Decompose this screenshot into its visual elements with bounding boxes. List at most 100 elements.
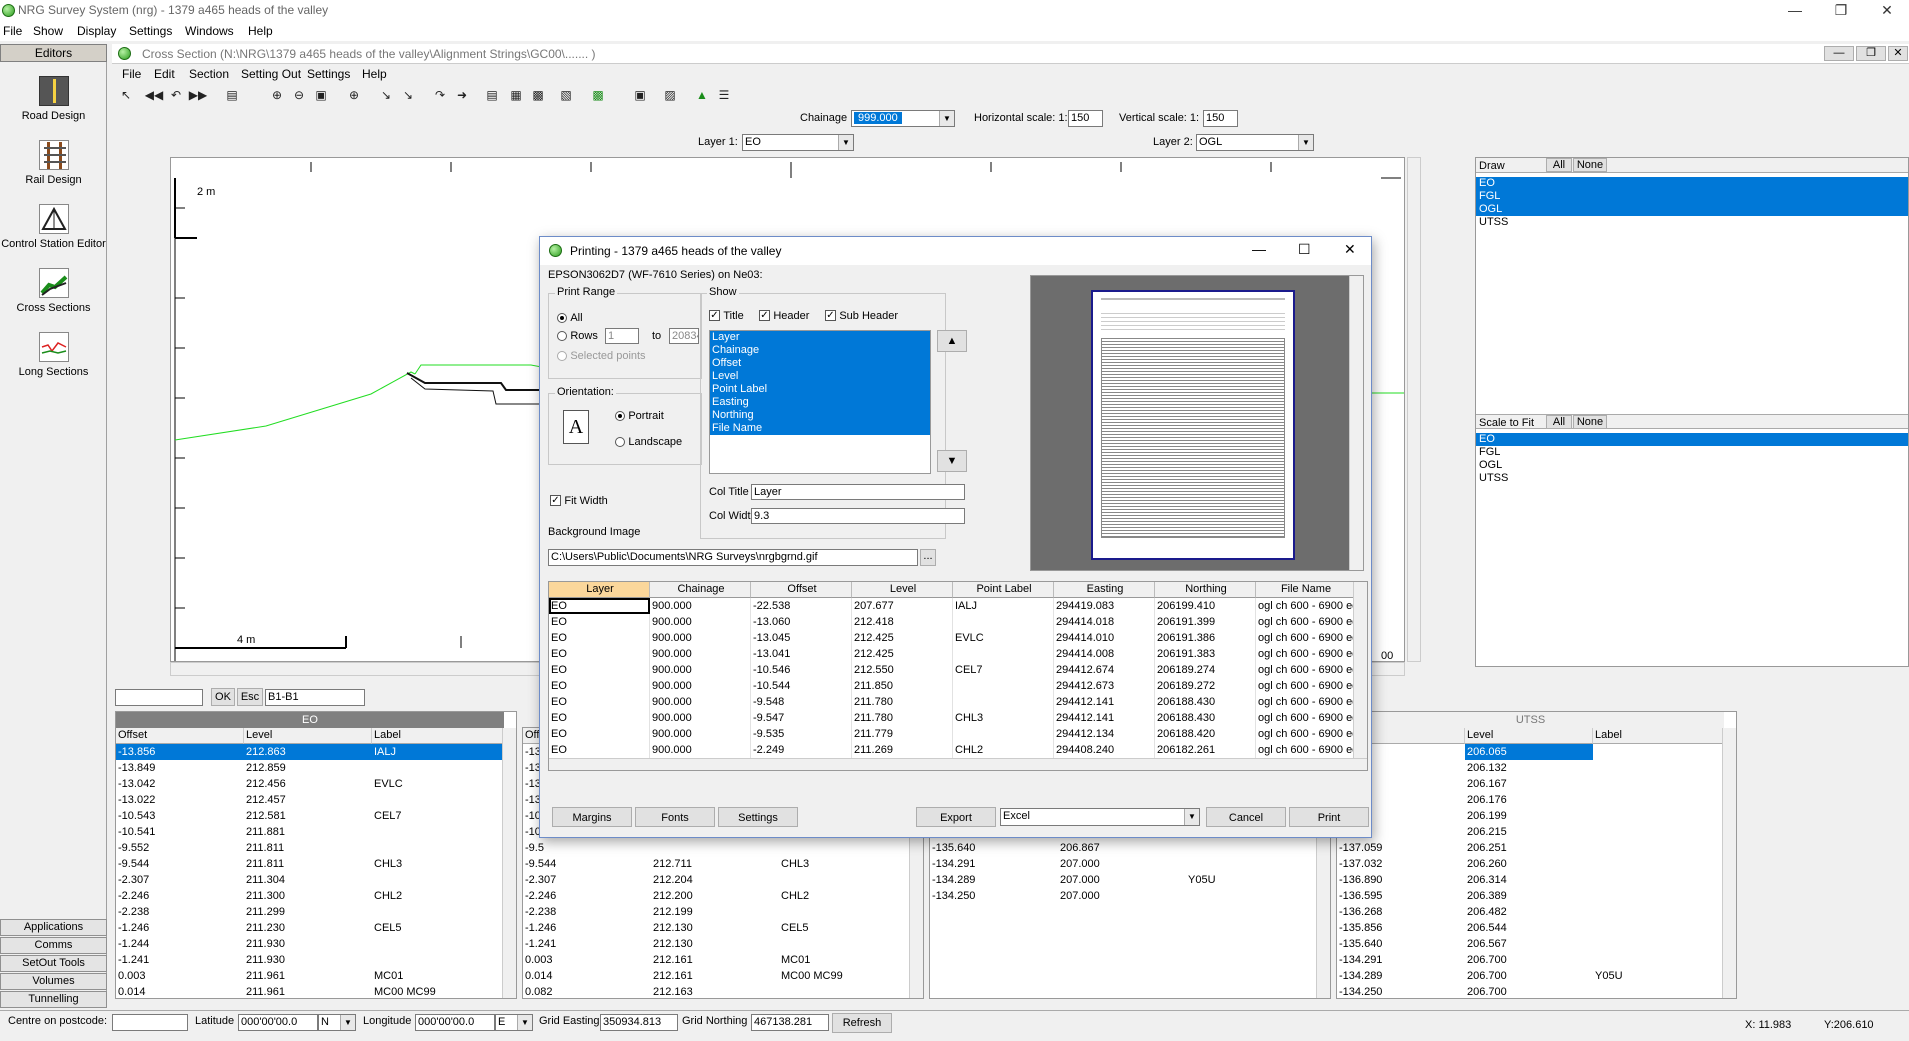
table-row[interactable]: -134.289 207.000 Y05U [930,872,1318,888]
table-row[interactable]: 5206.176 [1337,792,1724,808]
table-row[interactable]: -13.856 212.863 IALJ [116,744,504,760]
close-icon[interactable]: ✕ [1864,0,1909,21]
landscape-option[interactable]: Landscape [615,434,682,448]
column-item[interactable]: Layer [710,331,930,344]
table-row[interactable]: EO 900.000 -13.060 212.418 294414.018 206191.… [549,614,1355,630]
column-header[interactable]: Offset [116,728,244,744]
latitude-direction[interactable]: N ▼ [318,1014,356,1031]
rows-from-input[interactable]: 1 [605,328,639,344]
column-item[interactable]: Level [710,370,930,383]
zoom-extents-icon[interactable]: ▣ [311,86,331,104]
sidebar-item-road-design[interactable]: Road Design [0,76,107,122]
range-rows-option[interactable]: Rows [557,328,598,342]
table-row[interactable]: 8206.065 [1337,744,1724,760]
scale-none-button[interactable]: None [1573,415,1607,429]
scale-list-item[interactable]: UTSS [1476,472,1908,485]
export-button[interactable]: Export [916,807,996,827]
tunnelling-button[interactable]: Tunnelling [0,991,107,1008]
chevron-down-icon[interactable]: ▼ [340,1015,355,1030]
horizontal-scale-input[interactable]: 150 [1068,110,1103,127]
dialog-close-icon[interactable]: ✕ [1344,241,1356,258]
table-row[interactable]: -1.246 212.130 CEL5 [523,920,911,936]
col-width-input[interactable]: 9.3 [751,508,965,524]
save-icon[interactable]: ▧ [556,86,576,104]
chevron-down-icon[interactable]: ▼ [838,135,853,150]
portrait-option[interactable]: Portrait [615,408,664,422]
show-title-option[interactable]: ✓ Title [709,308,744,322]
grid-northing-input[interactable]: 467138.281 [751,1014,829,1031]
table-row[interactable]: -134.250 207.000 [930,888,1318,904]
table-row[interactable]: 206.132 [1337,760,1724,776]
sidebar-item-rail-design[interactable]: Rail Design [0,140,107,186]
copy-icon[interactable]: ▤ [222,86,242,104]
column-header[interactable]: Layer [549,582,650,598]
menu-windows[interactable]: Windows [185,24,234,38]
cs-menu-edit[interactable]: Edit [154,67,175,81]
menu-show[interactable]: Show [33,24,63,38]
table-row[interactable]: -9.5 [523,840,911,856]
cs-menu-settings[interactable]: Settings [307,67,350,81]
sidebar-item-control-station-editor[interactable]: Control Station Editor [0,204,107,250]
grid-vertical-scrollbar[interactable] [1353,582,1367,758]
sidebar-item-long-sections[interactable]: Long Sections [0,332,107,378]
table-scrollbar[interactable] [1722,728,1736,998]
menu-file[interactable]: File [3,24,22,38]
background-image-path[interactable]: C:\Users\Public\Documents\NRG Surveys\nr… [548,549,918,566]
applications-button[interactable]: Applications [0,919,107,936]
show-header-option[interactable]: ✓ Header [759,308,809,322]
minimize-icon[interactable]: — [1772,0,1818,21]
latitude-input[interactable]: 000'00'00.0 [238,1014,318,1031]
table-row[interactable]: -2.307 212.204 [523,872,911,888]
draw-all-button[interactable]: All [1546,158,1572,172]
table-row[interactable]: -1.246 211.230 CEL5 [116,920,504,936]
draw-none-button[interactable]: None [1573,158,1607,172]
range-selected-option[interactable]: Selected points [557,348,646,362]
table-row[interactable]: -2.238 211.299 [116,904,504,920]
table-row[interactable]: -2.238 212.199 [523,904,911,920]
table-row[interactable]: -13.849 212.859 [116,760,504,776]
chevron-down-icon[interactable]: ▼ [1298,135,1313,150]
column-header[interactable]: Chainage [650,582,751,598]
table-icon[interactable]: ▦ [506,86,526,104]
table-row[interactable]: -136.268 206.482 [1337,904,1724,920]
grid-icon[interactable]: ▤ [482,86,502,104]
refresh-button[interactable]: Refresh [832,1013,892,1033]
table-row[interactable]: -10.541 211.881 [116,824,504,840]
table-row[interactable]: -10.543 212.581 CEL7 [116,808,504,824]
ok-button[interactable]: OK [211,688,235,706]
table-row[interactable]: 0.003 212.161 MC01 [523,952,911,968]
chevron-down-icon[interactable]: ▼ [939,111,954,126]
command-value[interactable]: B1-B1 [265,689,365,706]
range-all-option[interactable]: All [557,310,583,324]
esc-button[interactable]: Esc [237,688,263,706]
insert-point-icon[interactable]: ↷ [430,86,450,104]
table-row[interactable]: -136.890 206.314 [1337,872,1724,888]
pick-point-icon[interactable]: ↘ [398,86,418,104]
draw-list-item[interactable]: OGL [1476,203,1908,216]
margins-button[interactable]: Margins [552,807,632,827]
cs-menu-section[interactable]: Section [189,67,229,81]
table-row[interactable]: EO 900.000 -2.249 211.269 CHL2 294408.240 2061… [549,742,1355,758]
scale-list-item[interactable]: FGL [1476,446,1908,459]
layer2-combo[interactable]: OGL ▼ [1196,134,1314,151]
scale-all-button[interactable]: All [1546,415,1572,429]
tree-icon[interactable]: ▲ [692,86,712,104]
draw-list-item[interactable]: FGL [1476,190,1908,203]
table-row[interactable]: -135.856 206.544 [1337,920,1724,936]
chainage-combo[interactable]: 999.000 ▼ [851,110,955,127]
child-restore-icon[interactable]: ❐ [1856,46,1886,61]
move-down-button[interactable]: ▼ [937,450,967,472]
column-item[interactable]: Chainage [710,344,930,357]
chevron-down-icon[interactable]: ▼ [1184,809,1199,825]
table-row[interactable]: EO 900.000 -9.535 211.779 294412.134 206188.4… [549,726,1355,742]
col-title-input[interactable]: Layer [751,484,965,500]
table-row[interactable]: -134.289 206.700 Y05U [1337,968,1724,984]
table-scrollbar[interactable] [502,728,516,998]
table-row[interactable]: -9.552 211.811 [116,840,504,856]
grid-easting-input[interactable]: 350934.813 [600,1014,678,1031]
draw-list-item[interactable]: EO [1476,177,1908,190]
print-button[interactable]: Print [1289,807,1369,827]
browse-button[interactable]: ... [920,549,936,566]
table-row[interactable]: -9.544 212.711 CHL3 [523,856,911,872]
first-section-icon[interactable]: ◀◀ [144,86,164,104]
